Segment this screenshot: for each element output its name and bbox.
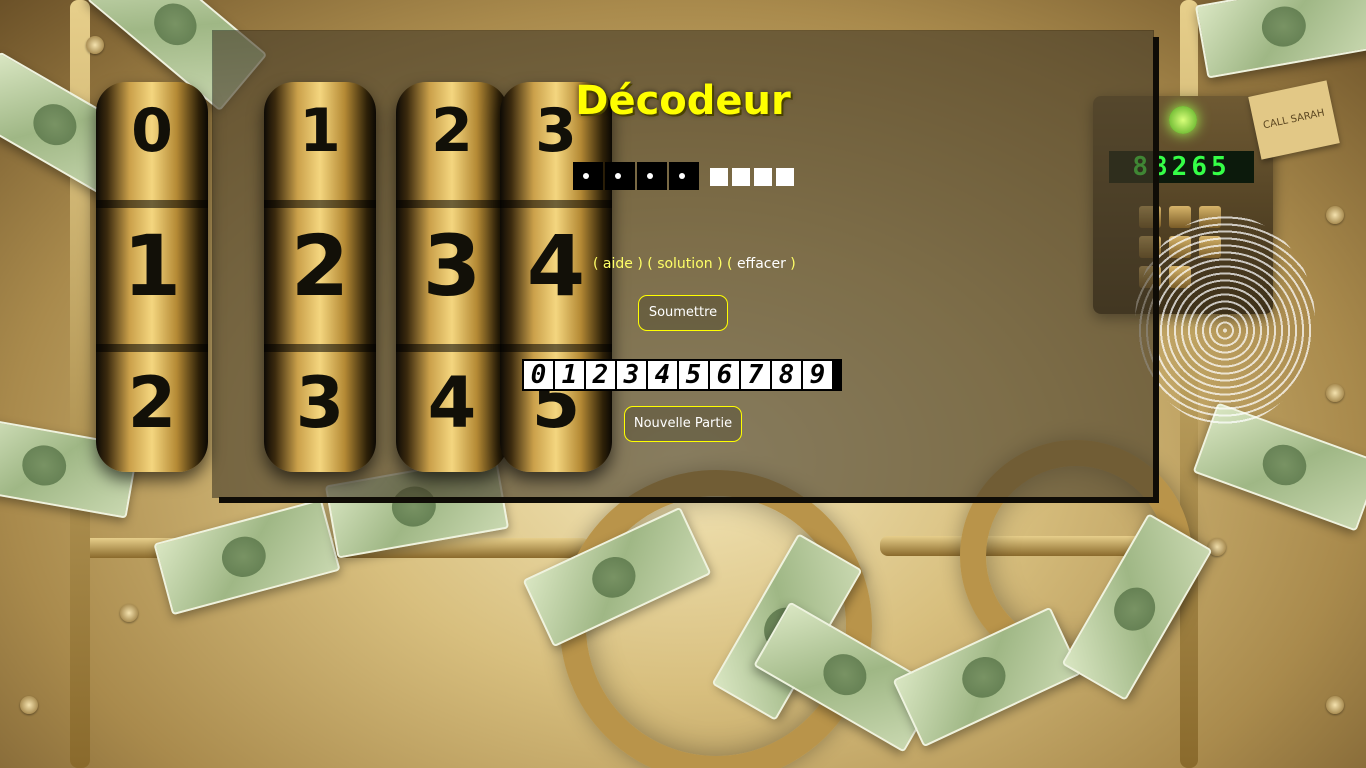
digit-key-3[interactable]: 3 bbox=[617, 361, 646, 389]
digit-key-6[interactable]: 6 bbox=[710, 361, 739, 389]
empty-slot bbox=[710, 168, 728, 186]
bolt bbox=[20, 696, 38, 714]
digit-key-2[interactable]: 2 bbox=[586, 361, 615, 389]
digit-key-8[interactable]: 8 bbox=[772, 361, 801, 389]
help-link[interactable]: aide bbox=[603, 256, 633, 272]
clear-link[interactable]: effacer bbox=[737, 256, 786, 272]
digit-pad: 0 1 2 3 4 5 6 7 8 9 bbox=[522, 359, 842, 391]
sticky-note: CALL SARAH bbox=[1248, 80, 1340, 160]
status-led bbox=[1169, 106, 1197, 134]
action-links: ( aide ) ( solution ) ( effacer ) bbox=[593, 256, 796, 272]
bolt bbox=[1326, 696, 1344, 714]
new-game-button[interactable]: Nouvelle Partie bbox=[624, 406, 742, 442]
empty-slot bbox=[776, 168, 794, 186]
empty-slot bbox=[754, 168, 772, 186]
submit-button[interactable]: Soumettre bbox=[638, 295, 728, 331]
filled-slot bbox=[573, 162, 603, 190]
lock-drum: 3 4 5 bbox=[500, 82, 612, 472]
filled-slot bbox=[669, 162, 699, 190]
bolt bbox=[120, 604, 138, 622]
fingerprint-image bbox=[1135, 215, 1315, 425]
combination-lock-image: 0 1 2 1 2 3 2 3 4 3 4 5 bbox=[96, 82, 612, 492]
filled-slot bbox=[605, 162, 635, 190]
empty-slot bbox=[732, 168, 750, 186]
digit-key-4[interactable]: 4 bbox=[648, 361, 677, 389]
lock-drum: 1 2 3 bbox=[264, 82, 376, 472]
digit-key-0[interactable]: 0 bbox=[524, 361, 553, 389]
digit-key-1[interactable]: 1 bbox=[555, 361, 584, 389]
solution-link[interactable]: solution bbox=[657, 256, 712, 272]
lock-drum: 2 3 4 bbox=[396, 82, 508, 472]
digit-key-7[interactable]: 7 bbox=[741, 361, 770, 389]
digit-key-5[interactable]: 5 bbox=[679, 361, 708, 389]
page-title: Décodeur bbox=[575, 78, 791, 124]
digit-key-9[interactable]: 9 bbox=[803, 361, 832, 389]
bolt bbox=[1326, 384, 1344, 402]
bolt bbox=[86, 36, 104, 54]
money-bill bbox=[1194, 0, 1366, 79]
money-bill bbox=[153, 498, 341, 616]
filled-slot bbox=[637, 162, 667, 190]
lock-drum: 0 1 2 bbox=[96, 82, 208, 472]
bolt bbox=[1326, 206, 1344, 224]
